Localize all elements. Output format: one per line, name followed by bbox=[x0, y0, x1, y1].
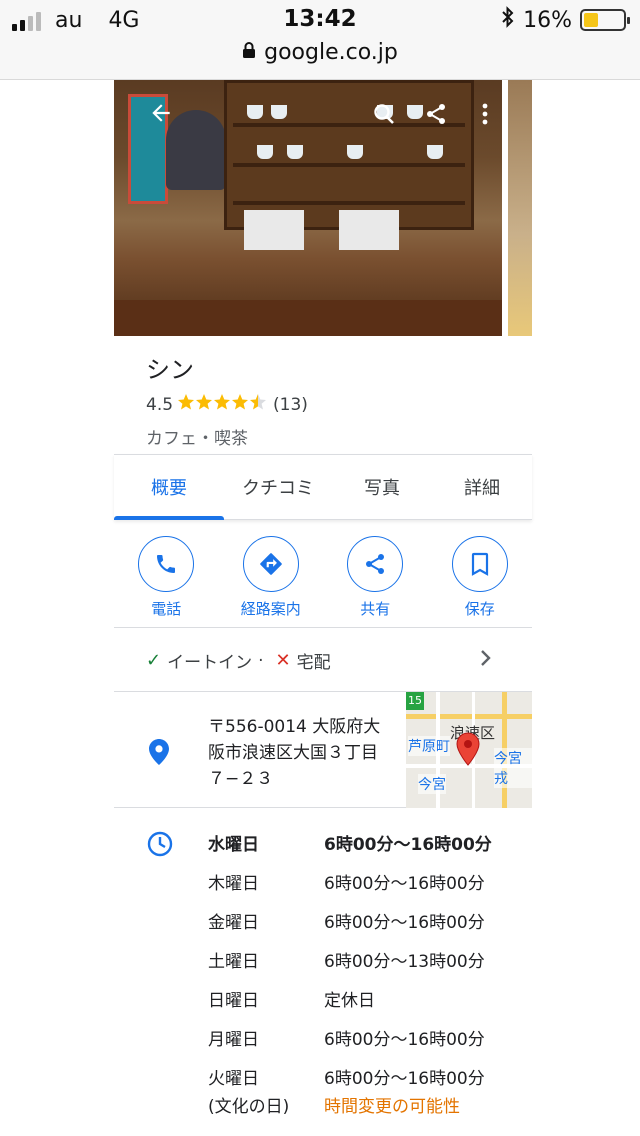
back-arrow-icon[interactable] bbox=[148, 100, 174, 133]
map-marker-icon bbox=[456, 732, 480, 770]
cross-icon: ✕ bbox=[275, 650, 291, 671]
address-line: ７−２３ bbox=[208, 769, 274, 789]
hours-value: 6時00分～16時00分 bbox=[324, 1069, 485, 1089]
lock-icon bbox=[242, 40, 256, 65]
hours-value: 6時00分～16時00分 bbox=[324, 913, 485, 933]
clock-icon bbox=[146, 830, 174, 862]
tab-label: クチコミ bbox=[242, 478, 314, 499]
share-icon[interactable] bbox=[424, 102, 448, 133]
hours-row: 水曜日 6時00分～16時00分 bbox=[208, 830, 492, 855]
map-station-label: 今宮戎 bbox=[494, 748, 532, 788]
tab-label: 詳細 bbox=[464, 478, 500, 499]
hours-change-note: 時間変更の可能性 bbox=[324, 1097, 460, 1117]
phone-icon bbox=[138, 536, 195, 592]
map-station-label: 今宮 bbox=[418, 774, 446, 794]
star-rating-icon bbox=[177, 393, 269, 416]
rating-row[interactable]: 4.5 (13) bbox=[146, 393, 532, 416]
battery-icon bbox=[580, 9, 630, 31]
day-label: 木曜日 bbox=[208, 874, 259, 894]
hours-row: 日曜日 定休日 bbox=[208, 986, 375, 1011]
hours-row: 土曜日 6時00分～13時00分 bbox=[208, 947, 485, 972]
call-button[interactable]: 電話 bbox=[116, 530, 216, 627]
tab-label: 写真 bbox=[364, 478, 400, 499]
map-station-label: 芦原町 bbox=[408, 736, 450, 756]
tab-overview[interactable]: 概要 bbox=[114, 455, 224, 520]
hours-row: 月曜日 6時00分～16時00分 bbox=[208, 1025, 485, 1050]
place-tabs: 概要 クチコミ 写真 詳細 bbox=[114, 454, 532, 520]
day-label: 日曜日 bbox=[208, 991, 259, 1011]
place-photo[interactable] bbox=[114, 80, 502, 336]
day-label: 火曜日 bbox=[208, 1069, 259, 1089]
call-label: 電話 bbox=[151, 600, 182, 618]
address-line: 阪市浪速区大国３丁目 bbox=[208, 743, 378, 763]
share-icon bbox=[347, 536, 404, 592]
check-icon: ✓ bbox=[146, 650, 162, 671]
place-header: シン 4.5 (13) カフェ・喫茶 bbox=[146, 350, 532, 449]
address-line: 〒556-0014 大阪府大 bbox=[208, 717, 381, 737]
next-photo[interactable] bbox=[508, 80, 532, 336]
delivery-label: 宅配 bbox=[296, 653, 331, 673]
day-label: 水曜日 bbox=[208, 835, 259, 855]
directions-icon bbox=[242, 536, 299, 592]
photo-decor bbox=[166, 110, 226, 190]
place-category: カフェ・喫茶 bbox=[146, 429, 248, 449]
save-button[interactable]: 保存 bbox=[430, 530, 530, 627]
more-vert-icon[interactable] bbox=[480, 102, 490, 133]
status-right: 16% bbox=[501, 6, 630, 34]
dine-in-label: イートイン bbox=[167, 653, 253, 673]
hours-value: 6時00分～13時00分 bbox=[324, 952, 485, 972]
hours-row: 木曜日 6時00分～16時00分 bbox=[208, 869, 485, 894]
hours-row-note: (文化の日) 時間変更の可能性 bbox=[208, 1092, 460, 1117]
location-pin-icon bbox=[148, 738, 170, 770]
holiday-label: (文化の日) bbox=[208, 1097, 290, 1117]
chevron-right-icon bbox=[480, 648, 492, 673]
tab-reviews[interactable]: クチコミ bbox=[224, 455, 332, 519]
url-text: google.co.jp bbox=[264, 40, 398, 65]
hours-value: 定休日 bbox=[324, 991, 375, 1011]
rating-value: 4.5 bbox=[146, 394, 174, 415]
tab-photos[interactable]: 写真 bbox=[332, 455, 432, 519]
tab-details[interactable]: 詳細 bbox=[432, 455, 532, 519]
photo-decor bbox=[114, 300, 502, 336]
day-label: 月曜日 bbox=[208, 1030, 259, 1050]
status-bar: au 4G 13:42 16% google.co.jp bbox=[0, 0, 640, 80]
hours-value: 6時00分～16時00分 bbox=[324, 835, 492, 855]
day-label: 土曜日 bbox=[208, 952, 259, 972]
service-options[interactable]: ✓ イートイン · ✕ 宅配 bbox=[114, 630, 532, 692]
directions-label: 経路案内 bbox=[240, 600, 301, 618]
save-label: 保存 bbox=[464, 600, 495, 618]
url-bar[interactable]: google.co.jp bbox=[0, 40, 640, 65]
directions-button[interactable]: 経路案内 bbox=[221, 530, 321, 627]
hours-value: 6時00分～16時00分 bbox=[324, 874, 485, 894]
action-buttons: 電話 経路案内 共有 保存 bbox=[114, 530, 532, 628]
photo-decor bbox=[339, 210, 399, 250]
hours-row: 金曜日 6時00分～16時00分 bbox=[208, 908, 485, 933]
tab-label: 概要 bbox=[151, 478, 187, 499]
map-thumbnail[interactable]: 15 浪速区 芦原町 今宮戎 今宮 bbox=[406, 692, 532, 808]
review-count: (13) bbox=[273, 394, 308, 415]
share-button[interactable]: 共有 bbox=[325, 530, 425, 627]
address-row[interactable]: 〒556-0014 大阪府大 阪市浪速区大国３丁目 ７−２３ 15 浪速区 芦原… bbox=[114, 692, 532, 808]
battery-percent: 16% bbox=[523, 7, 572, 33]
separator: · bbox=[258, 650, 264, 671]
hours-value: 6時00分～16時00分 bbox=[324, 1030, 485, 1050]
share-label: 共有 bbox=[360, 600, 391, 618]
search-icon[interactable] bbox=[372, 102, 396, 133]
hours-row: 火曜日 6時00分～16時00分 bbox=[208, 1064, 485, 1089]
place-name: シン bbox=[146, 356, 194, 384]
day-label: 金曜日 bbox=[208, 913, 259, 933]
bookmark-icon bbox=[451, 536, 508, 592]
bluetooth-icon bbox=[501, 6, 515, 34]
photo-decor bbox=[244, 210, 304, 250]
address-text: 〒556-0014 大阪府大 阪市浪速区大国３丁目 ７−２３ bbox=[208, 714, 408, 792]
route-badge: 15 bbox=[406, 692, 424, 710]
